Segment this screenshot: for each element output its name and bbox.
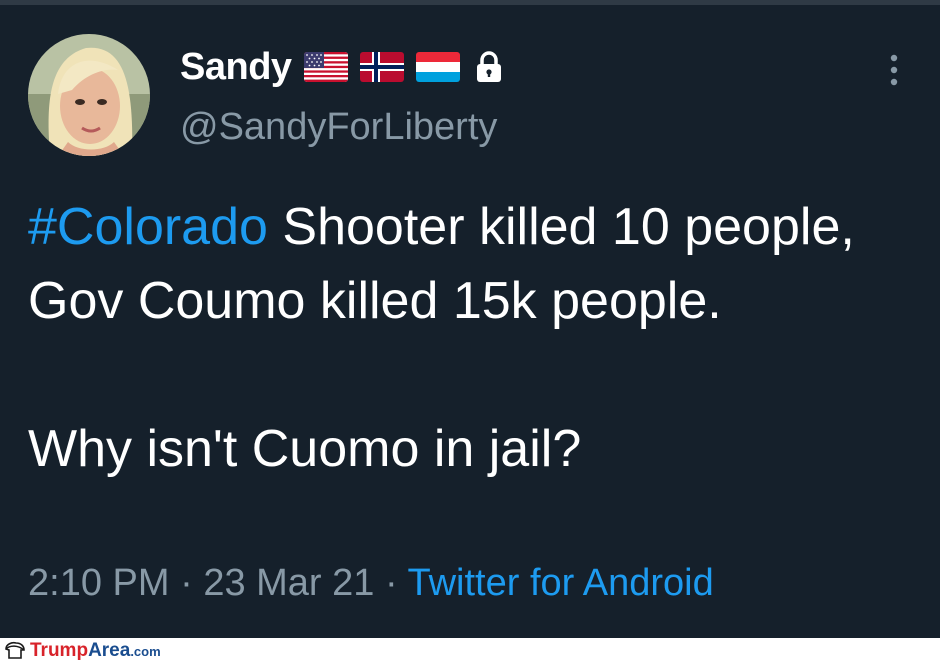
tweet-source-link[interactable]: Twitter for Android: [408, 562, 714, 604]
watermark-part-2: Area: [88, 640, 131, 661]
top-divider: [0, 0, 940, 5]
watermark-bar: TrumpArea.com: [0, 638, 940, 664]
tweet-paragraph-1: #Colorado Shooter killed 10 people, Gov …: [28, 190, 908, 338]
meta-separator: ·: [169, 562, 204, 604]
lock-icon: [474, 51, 504, 83]
watermark-part-1: Trump: [30, 640, 89, 661]
tweet-text: #Colorado Shooter killed 10 people, Gov …: [28, 190, 908, 486]
tweet-card: Sandy @SandyForLiberty #Colorado Shooter…: [0, 0, 940, 638]
watermark-logo-icon: [4, 641, 26, 661]
norway-flag-icon: [359, 52, 404, 82]
luxembourg-flag-icon: [415, 52, 460, 82]
watermark-part-3: .com: [130, 644, 161, 659]
watermark-text: TrumpArea.com: [30, 640, 161, 662]
avatar-photo: [28, 34, 150, 156]
name-row: Sandy: [180, 46, 504, 88]
user-handle[interactable]: @SandyForLiberty: [180, 106, 497, 149]
tweet-date[interactable]: 23 Mar 21: [203, 562, 374, 604]
meta-separator: ·: [374, 562, 408, 604]
avatar[interactable]: [28, 34, 150, 156]
tweet-time[interactable]: 2:10 PM: [28, 562, 170, 604]
tweet-meta: 2:10 PM · 23 Mar 21 · Twitter for Androi…: [28, 562, 714, 605]
display-name[interactable]: Sandy: [180, 46, 292, 89]
tweet-paragraph-2: Why isn't Cuomo in jail?: [28, 420, 582, 478]
us-flag-icon: [303, 52, 348, 82]
hashtag-link[interactable]: #Colorado: [28, 198, 268, 256]
more-vertical-icon[interactable]: [880, 52, 908, 88]
